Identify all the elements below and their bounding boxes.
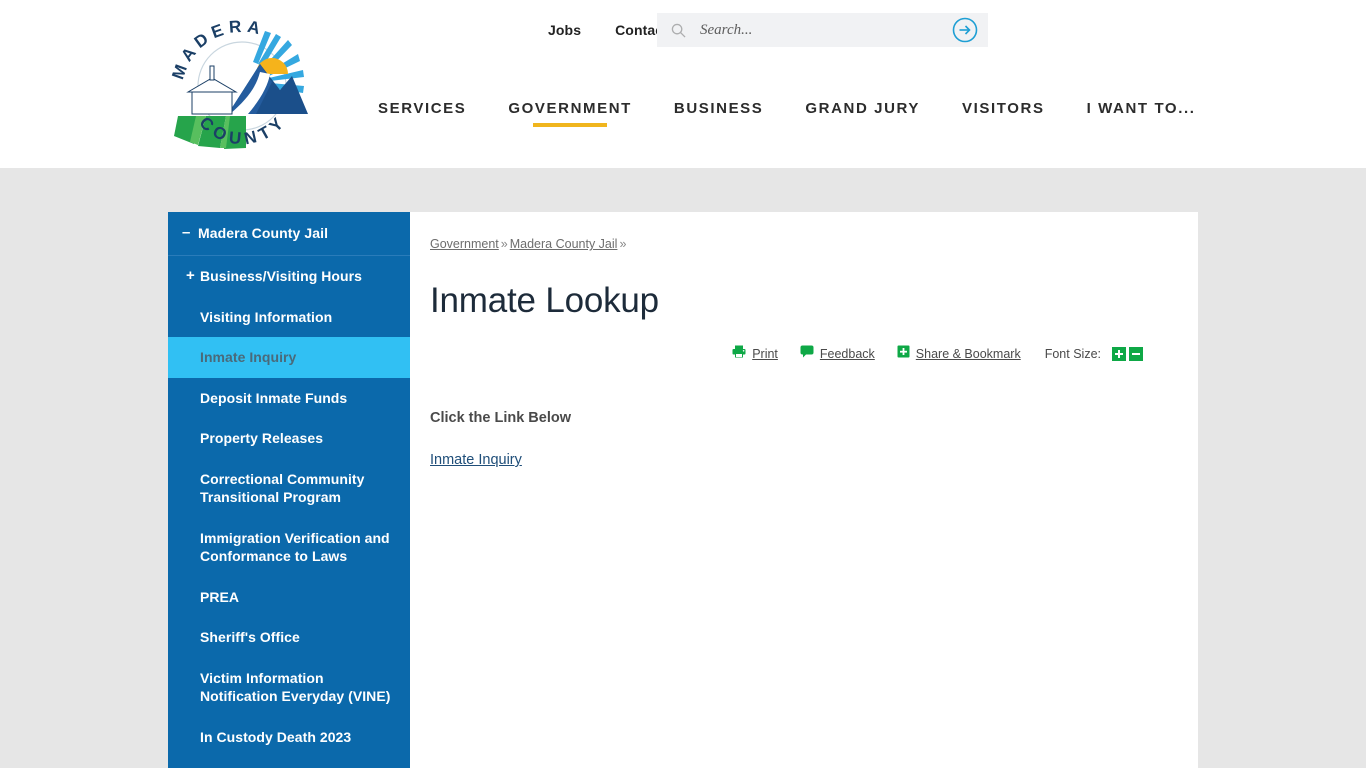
madera-county-seal-icon: seal <box>168 17 308 149</box>
feedback-label: Feedback <box>819 347 875 361</box>
print-button[interactable]: Print <box>732 345 778 363</box>
sidebar-item-correctional-community-transitional-program[interactable]: Correctional Community Transitional Prog… <box>168 459 410 518</box>
sidebar-item-label: In Custody Death 2023 <box>200 728 352 745</box>
share-bookmark-button[interactable]: Share & Bookmark <box>897 345 1021 363</box>
font-increase-icon[interactable] <box>1112 347 1126 361</box>
feedback-button[interactable]: Feedback <box>800 345 875 363</box>
sidebar-item-label: Deposit Inmate Funds <box>200 389 348 406</box>
site-search[interactable] <box>657 13 988 47</box>
search-input[interactable] <box>698 15 952 45</box>
main-content: Government» Madera County Jail» Inmate Lo… <box>410 212 1198 768</box>
collapse-minus-icon[interactable]: – <box>182 224 198 242</box>
sidebar-item-deposit-inmate-funds[interactable]: Deposit Inmate Funds <box>168 378 410 419</box>
nav-visitors[interactable]: VISITORS <box>962 100 1045 131</box>
site-logo[interactable]: seal <box>168 16 316 156</box>
content-subheading: Click the Link Below <box>430 410 571 426</box>
breadcrumb-separator: » <box>619 237 627 251</box>
page-body: – Madera County Jail + Business/Visiting… <box>0 168 1366 768</box>
breadcrumb-separator: » <box>500 237 508 251</box>
sidebar-item-label: Inmate Inquiry <box>200 349 297 365</box>
font-size-control: Font Size: <box>1045 347 1143 361</box>
expand-plus-icon[interactable]: + <box>186 267 200 285</box>
print-label: Print <box>752 347 778 361</box>
sidebar-item-inmate-inquiry[interactable]: Inmate Inquiry <box>168 337 410 378</box>
section-sidebar: – Madera County Jail + Business/Visiting… <box>168 212 410 768</box>
site-header: seal <box>0 0 1366 168</box>
sidebar-item-business-visiting-hours[interactable]: + Business/Visiting Hours <box>168 256 410 297</box>
sidebar-item-label: Sheriff's Office <box>200 629 300 645</box>
sidebar-item-visiting-information[interactable]: Visiting Information <box>168 297 410 338</box>
breadcrumb: Government» Madera County Jail» <box>430 236 1158 252</box>
sidebar-item-prea[interactable]: PREA <box>168 577 410 618</box>
search-icon <box>671 23 686 38</box>
sidebar-item-label: Correctional Community Transitional Prog… <box>200 470 365 506</box>
nav-services[interactable]: SERVICES <box>378 100 466 131</box>
sidebar-item-custody-manual[interactable]: Custody Manual <box>168 757 410 768</box>
search-submit-button[interactable] <box>952 17 978 43</box>
sidebar-item-label: Visiting Information <box>200 308 333 325</box>
sidebar-item-label: Business/Visiting Hours <box>200 268 362 284</box>
sidebar-item-label: Victim Information Notification Everyday… <box>200 669 391 705</box>
sidebar-item-immigration-verification-and-conformance-to-laws[interactable]: Immigration Verification and Conformance… <box>168 518 410 577</box>
plus-square-icon <box>897 345 910 363</box>
page-layout: – Madera County Jail + Business/Visiting… <box>168 168 1198 768</box>
nav-i-want-to[interactable]: I WANT TO... <box>1087 100 1196 131</box>
nav-grand-jury[interactable]: GRAND JURY <box>805 100 920 131</box>
sidebar-header-label: Madera County Jail <box>198 225 329 241</box>
printer-icon <box>732 345 746 363</box>
sidebar-item-property-releases[interactable]: Property Releases <box>168 418 410 459</box>
sidebar-item-in-custody-death-2023[interactable]: In Custody Death 2023 <box>168 717 410 758</box>
breadcrumb-link-madera-county-jail[interactable]: Madera County Jail <box>510 237 618 251</box>
sidebar-item-sheriffs-office[interactable]: Sheriff's Office <box>168 617 410 658</box>
jobs-link[interactable]: Jobs <box>548 13 581 47</box>
sidebar-item-label: PREA <box>200 588 240 605</box>
speech-bubble-icon <box>800 345 814 363</box>
sidebar-item-madera-county-jail[interactable]: – Madera County Jail <box>168 212 410 256</box>
page-tools: Print Feedback Share & Bookmark Font Siz… <box>430 345 1158 363</box>
font-size-label: Font Size: <box>1044 347 1101 361</box>
sidebar-item-label: Immigration Verification and Conformance… <box>200 529 390 565</box>
inmate-inquiry-link[interactable]: Inmate Inquiry <box>430 450 522 470</box>
nav-business[interactable]: BUSINESS <box>674 100 764 131</box>
font-decrease-icon[interactable] <box>1129 347 1143 361</box>
breadcrumb-link-government[interactable]: Government <box>430 237 499 251</box>
primary-navigation: SERVICES GOVERNMENT BUSINESS GRAND JURY … <box>378 100 1196 131</box>
page-title: Inmate Lookup <box>430 281 659 320</box>
sidebar-item-label: Property Releases <box>200 430 324 446</box>
header-inner: seal <box>168 0 1198 168</box>
sidebar-item-victim-information-notification-everyday-vine[interactable]: Victim Information Notification Everyday… <box>168 658 410 717</box>
share-bookmark-label: Share & Bookmark <box>915 347 1021 361</box>
nav-government[interactable]: GOVERNMENT <box>508 100 632 131</box>
